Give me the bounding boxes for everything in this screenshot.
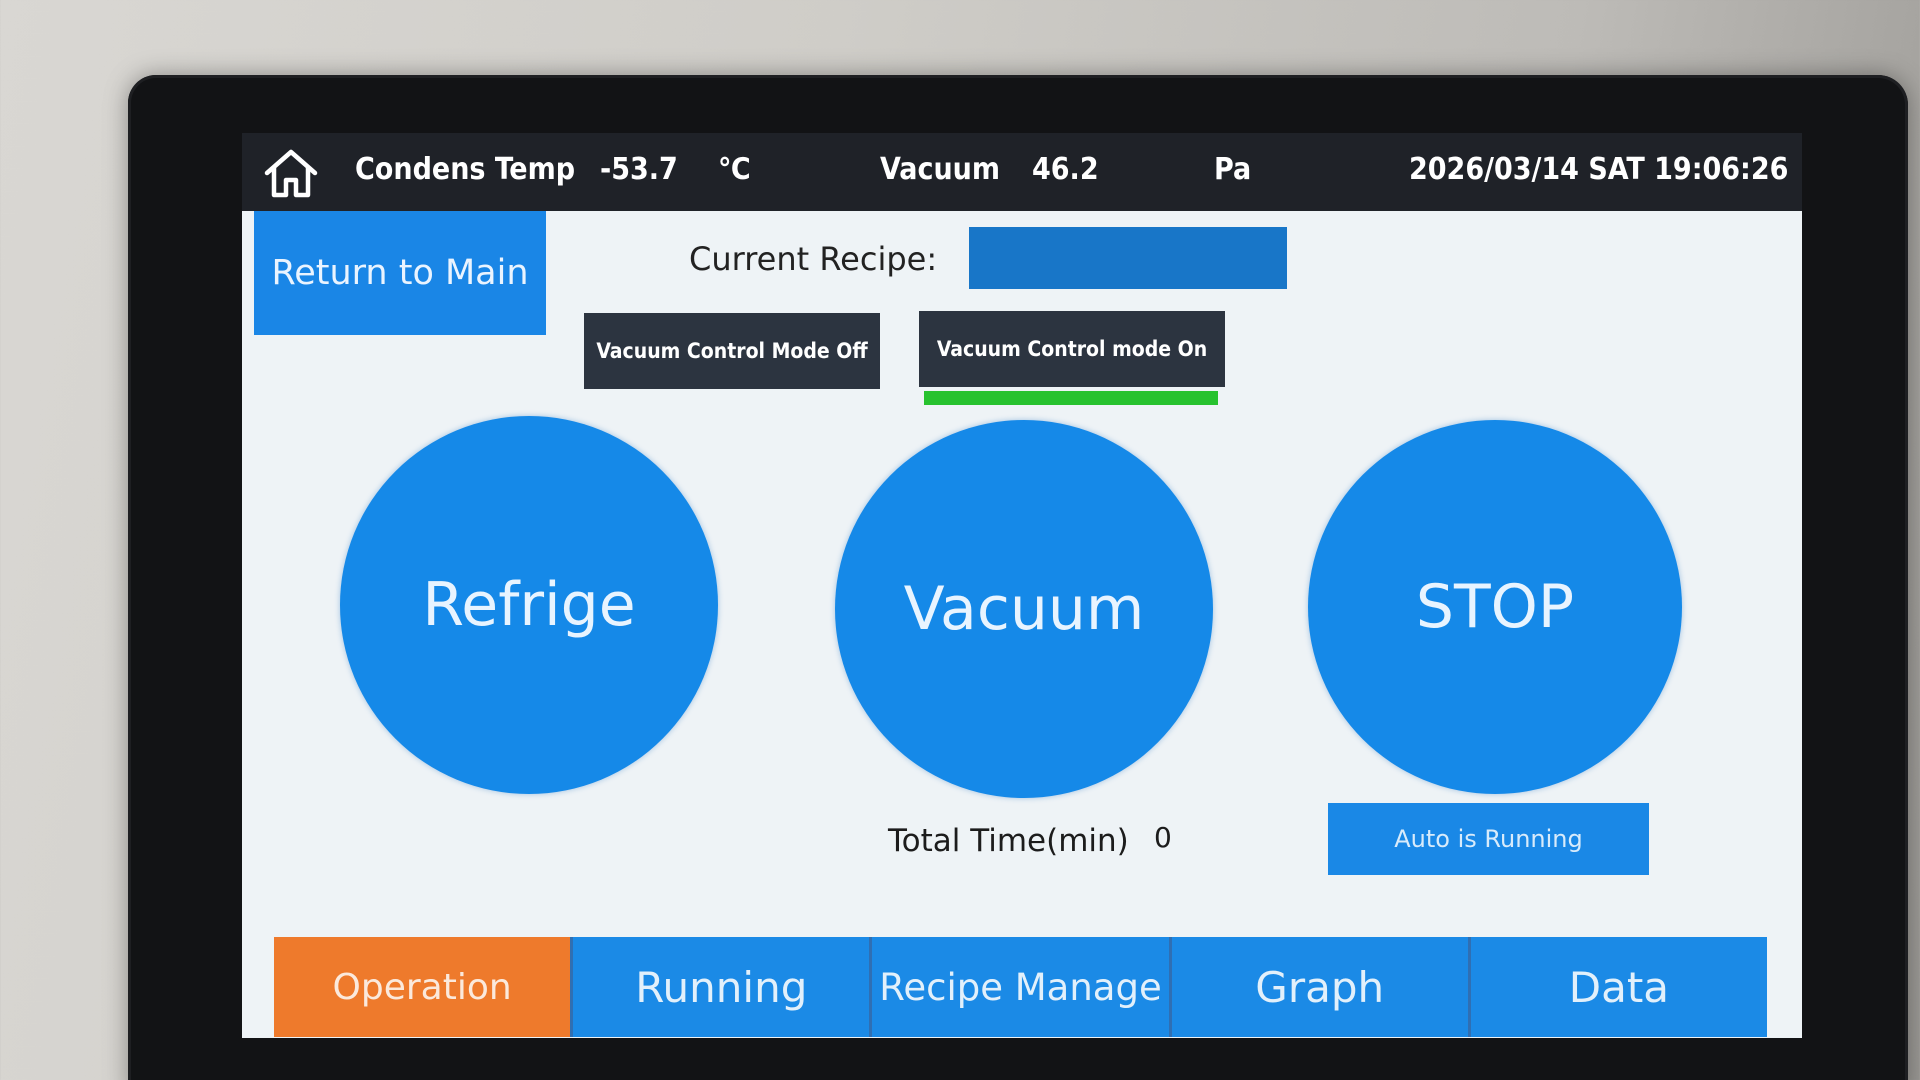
tab-graph[interactable]: Graph bbox=[1171, 937, 1471, 1037]
vacuum-value: 46.2 bbox=[1032, 152, 1099, 187]
condens-temp-value: -53.7 bbox=[600, 152, 678, 187]
current-recipe-label: Current Recipe: bbox=[689, 240, 938, 278]
bottom-nav: Operation Running Recipe Manage Graph Da… bbox=[274, 937, 1768, 1037]
stop-button[interactable]: STOP bbox=[1308, 420, 1682, 794]
refrige-button[interactable]: Refrige bbox=[340, 416, 718, 794]
vacuum-control-mode-on-button[interactable]: Vacuum Control mode On bbox=[919, 311, 1225, 387]
vacuum-unit: Pa bbox=[1214, 152, 1252, 187]
datetime: 2026/03/14 SAT 19:06:26 bbox=[1409, 152, 1789, 187]
vacuum-button[interactable]: Vacuum bbox=[835, 420, 1213, 798]
auto-running-status[interactable]: Auto is Running bbox=[1328, 803, 1649, 875]
tab-recipe-manage[interactable]: Recipe Manage bbox=[872, 937, 1172, 1037]
condens-temp-label: Condens Temp bbox=[355, 152, 576, 187]
mode-on-indicator bbox=[924, 391, 1218, 405]
total-time-label: Total Time(min) bbox=[888, 823, 1129, 859]
return-to-main-button[interactable]: Return to Main bbox=[254, 211, 546, 335]
vacuum-label: Vacuum bbox=[880, 152, 1001, 187]
hmi-screen: Condens Temp -53.7 ℃ Vacuum 46.2 Pa 2026… bbox=[242, 133, 1802, 1038]
tab-running[interactable]: Running bbox=[573, 937, 873, 1037]
vacuum-control-mode-off-button[interactable]: Vacuum Control Mode Off bbox=[584, 313, 880, 389]
total-time-value: 0 bbox=[1154, 821, 1172, 854]
tab-operation[interactable]: Operation bbox=[274, 937, 574, 1037]
tab-data[interactable]: Data bbox=[1470, 937, 1768, 1037]
condens-temp-unit: ℃ bbox=[718, 152, 751, 187]
status-bar: Condens Temp -53.7 ℃ Vacuum 46.2 Pa 2026… bbox=[242, 133, 1802, 211]
current-recipe-field[interactable] bbox=[969, 227, 1287, 289]
home-icon[interactable] bbox=[262, 147, 320, 199]
